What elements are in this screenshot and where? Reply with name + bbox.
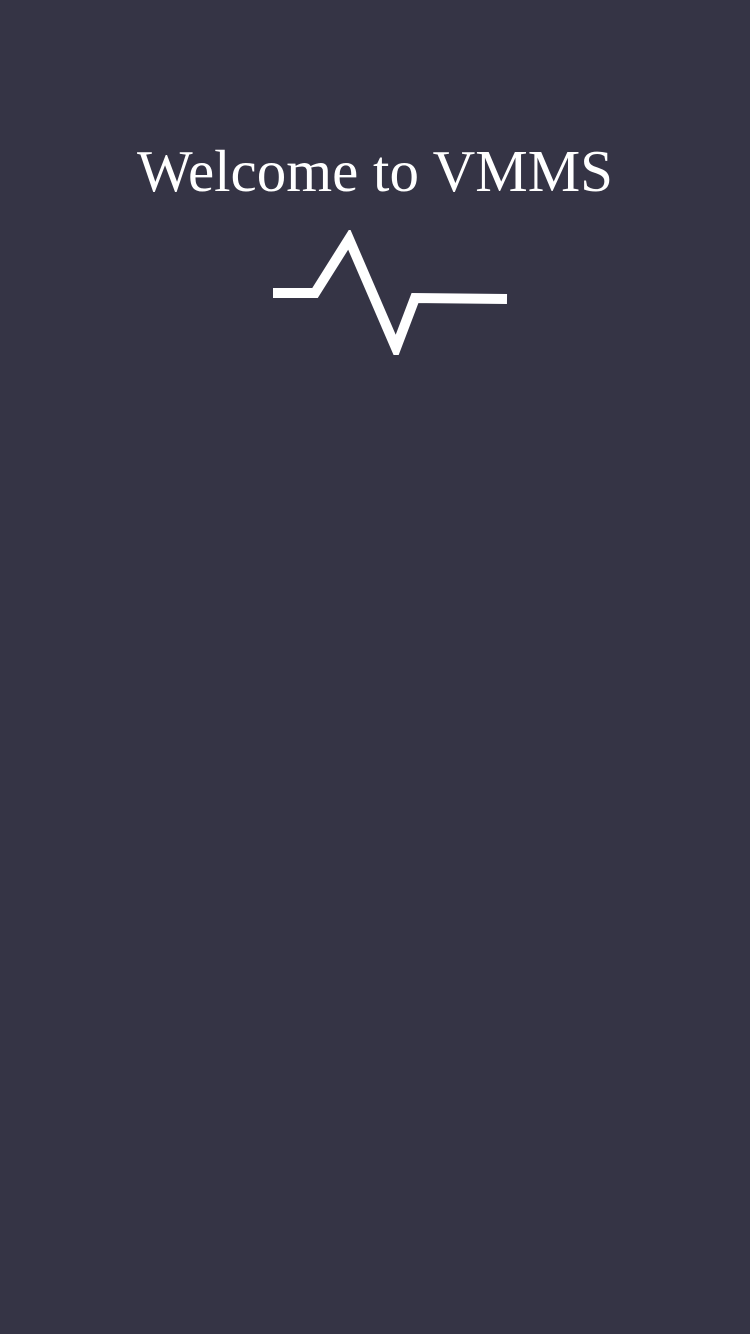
welcome-screen: Welcome to VMMS	[0, 0, 750, 1334]
heartbeat-pulse-icon	[273, 230, 508, 355]
welcome-title: Welcome to VMMS	[137, 138, 613, 204]
